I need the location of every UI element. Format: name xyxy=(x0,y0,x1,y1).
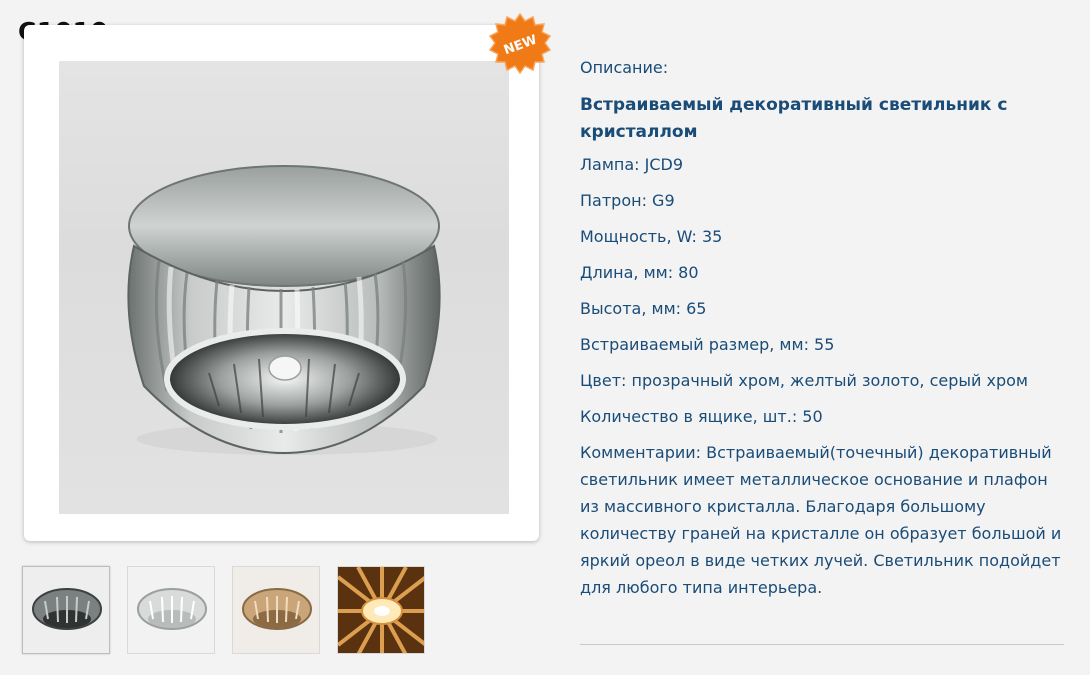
product-title: Встраиваемый декоративный светильник с к… xyxy=(580,95,1008,142)
spec-power: Мощность, W: 35 xyxy=(580,227,723,246)
main-image-frame[interactable] xyxy=(24,25,539,541)
divider xyxy=(580,644,1064,645)
new-badge: NEW xyxy=(488,12,552,75)
thumbnail-lit-glow[interactable] xyxy=(337,566,425,654)
spec-color: Цвет: прозрачный хром, желтый золото, се… xyxy=(580,371,1028,390)
spec-quantity: Количество в ящике, шт.: 50 xyxy=(580,407,823,426)
thumbnail-yellow-gold[interactable] xyxy=(232,566,320,654)
product-description: Описание: Встраиваемый декоративный свет… xyxy=(580,58,1070,601)
spec-lamp: Лампа: JCD9 xyxy=(580,155,684,174)
spec-socket: Патрон: G9 xyxy=(580,191,675,210)
spec-comments: Комментарии: Встраиваемый(точечный) деко… xyxy=(580,443,1062,597)
spec-length: Длина, мм: 80 xyxy=(580,263,699,282)
spec-height: Высота, мм: 65 xyxy=(580,299,707,318)
product-photo[interactable] xyxy=(59,61,509,514)
spec-cutout: Встраиваемый размер, мм: 55 xyxy=(580,335,835,354)
thumbnail-clear-chrome[interactable] xyxy=(127,566,215,654)
description-heading: Описание: xyxy=(580,58,669,77)
thumbnail-grey-chrome[interactable] xyxy=(22,566,110,654)
